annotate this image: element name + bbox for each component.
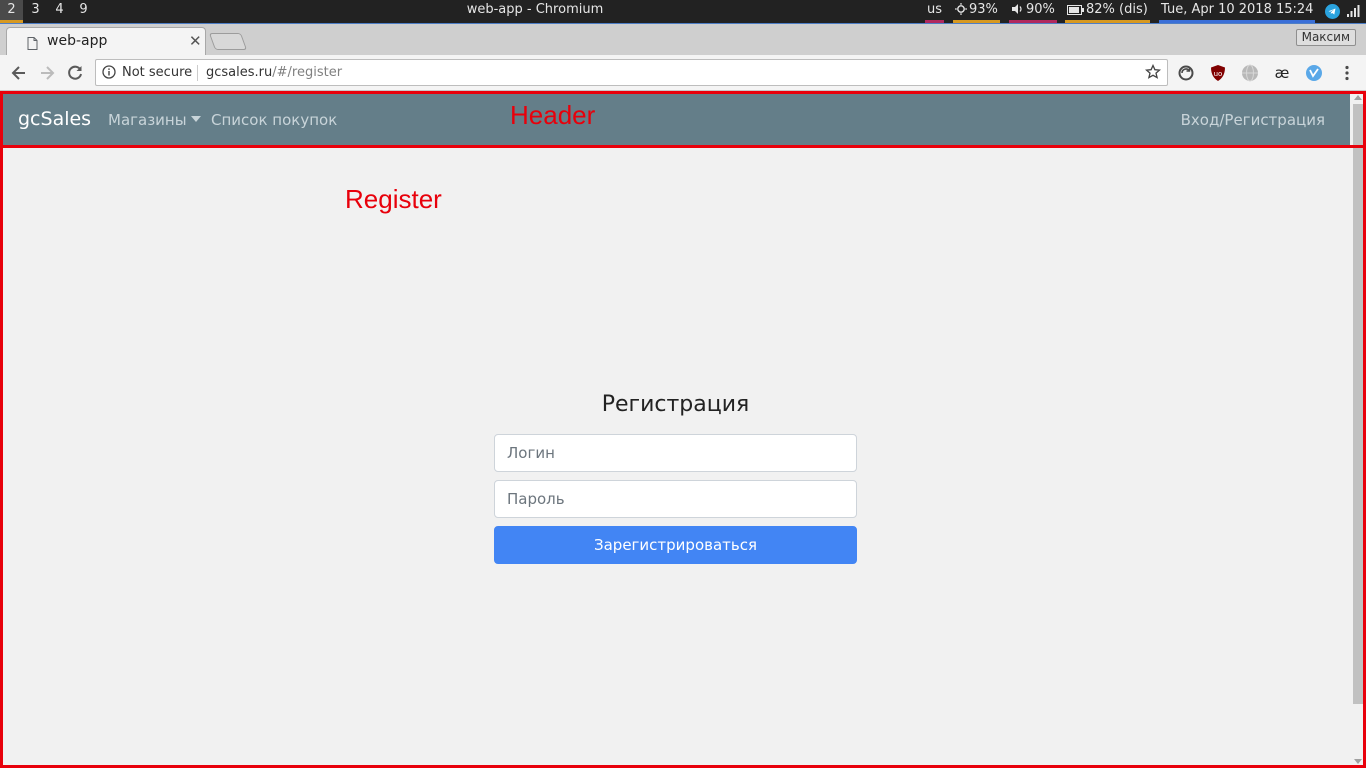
sync-extension-icon[interactable] [1177,64,1195,82]
window-title: web-app - Chromium [466,2,604,17]
back-arrow-icon[interactable] [9,63,29,83]
info-icon[interactable] [102,65,116,79]
vk-extension-icon[interactable] [1305,64,1323,82]
globe-extension-icon[interactable] [1241,64,1259,82]
app-navbar: gcSales Магазины Список покупок Вход/Рег… [0,92,1350,148]
nav-shopping-list[interactable]: Список покупок [211,111,337,129]
signal-icon [1347,5,1360,17]
close-tab-icon[interactable]: ✕ [189,32,202,50]
nav-stores-dropdown[interactable]: Магазины [108,111,201,129]
browser-toolbar: Not secure gcsales.ru/#/register uo æ [0,55,1366,91]
login-input[interactable] [494,434,857,472]
ae-extension-icon[interactable]: æ [1273,64,1291,82]
scroll-up-arrow-icon[interactable] [1354,95,1362,100]
omnibox-divider [197,65,198,81]
keyboard-layout: us [925,0,945,23]
svg-text:uo: uo [1214,70,1223,78]
page-icon [27,37,38,50]
volume-indicator: 90% [1009,0,1057,23]
address-bar[interactable]: Not secure gcsales.ru/#/register [95,59,1168,86]
reload-icon[interactable] [65,63,85,83]
url-text[interactable]: gcsales.ru/#/register [206,65,342,80]
tab-strip: web-app ✕ Максим [0,23,1366,56]
profile-button[interactable]: Максим [1295,29,1356,46]
speaker-icon [1012,4,1022,14]
brightness-value: 93% [969,2,998,17]
battery-indicator: 82% (dis) [1065,0,1150,23]
page-viewport: gcSales Магазины Список покупок Вход/Рег… [0,92,1366,768]
url-host: gcsales.ru [206,65,273,80]
tab-title: web-app [47,33,108,49]
bookmark-star-icon[interactable] [1145,64,1161,80]
password-input[interactable] [494,480,857,518]
svg-text:æ: æ [1275,64,1290,82]
volume-value: 90% [1026,2,1055,17]
register-button[interactable]: Зарегистрироваться [494,526,857,564]
datetime-text: Tue, Apr 10 2018 15:24 [1161,2,1314,17]
brightness-indicator: 93% [953,0,1000,23]
system-status-bar: 2 3 4 9 web-app - Chromium us 93% 90% 82… [0,0,1366,23]
clock: Tue, Apr 10 2018 15:24 [1159,0,1316,23]
scroll-thumb[interactable] [1353,104,1364,704]
browser-tab[interactable]: web-app ✕ [6,27,206,56]
security-label[interactable]: Not secure [122,65,192,80]
page-scrollbar[interactable] [1350,92,1366,768]
menu-dots-icon[interactable] [1338,64,1356,82]
new-tab-button[interactable] [208,33,248,50]
brand-logo[interactable]: gcSales [18,108,91,130]
battery-value: 82% (dis) [1086,2,1148,17]
battery-icon [1067,5,1084,15]
register-title: Регистрация [601,392,750,417]
telegram-icon[interactable] [1325,4,1340,19]
nav-stores-label: Магазины [108,111,187,129]
ublock-shield-icon[interactable]: uo [1209,64,1227,82]
scroll-down-arrow-icon[interactable] [1354,759,1362,764]
url-path: /#/register [272,65,343,80]
brightness-icon [955,3,967,15]
register-annotation-label: Register [345,184,442,214]
header-annotation-label: Header [510,100,596,130]
nav-login-register[interactable]: Вход/Регистрация [1181,111,1325,129]
forward-arrow-icon[interactable] [37,63,57,83]
keyboard-layout-text: us [927,2,943,17]
caret-down-icon [190,116,201,122]
